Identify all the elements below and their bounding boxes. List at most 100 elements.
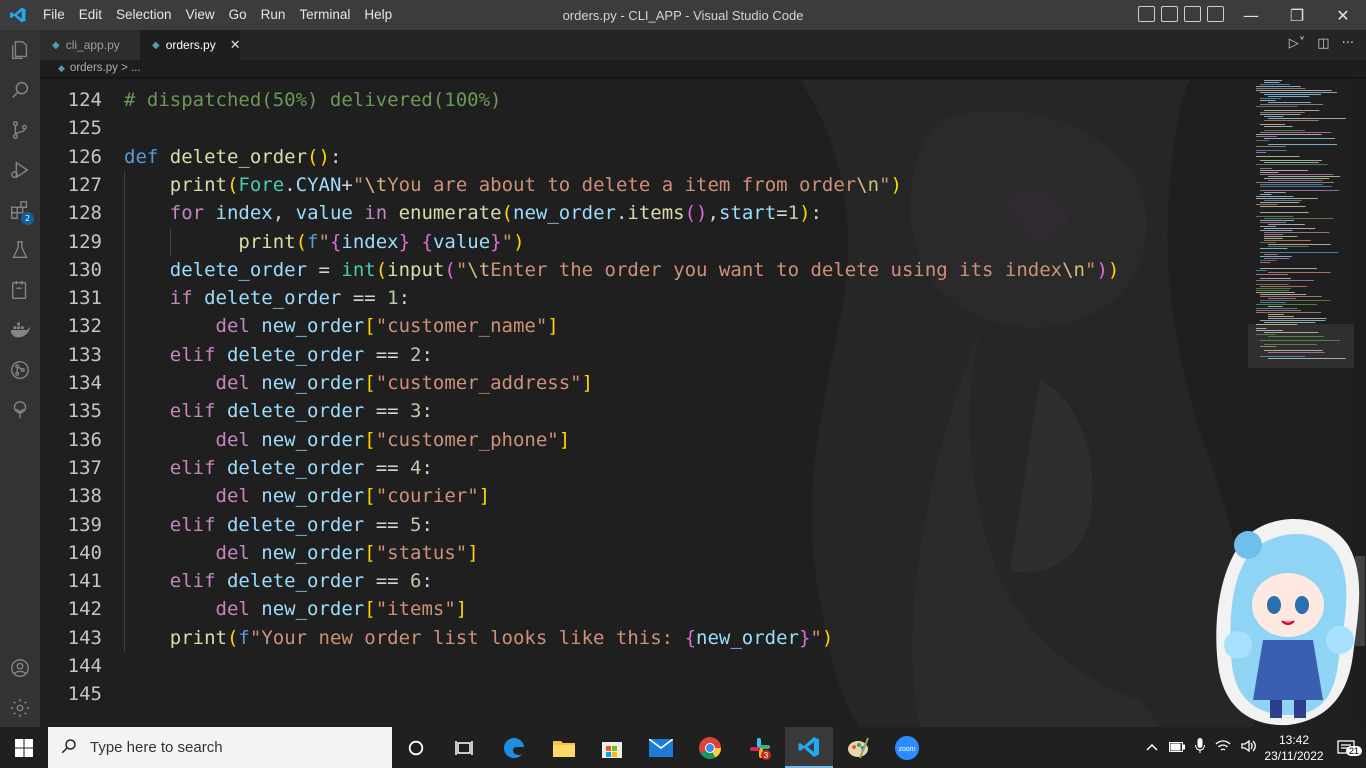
customize-layout-icon[interactable] [1207, 6, 1224, 22]
minimap-line [1256, 216, 1294, 217]
slack-icon[interactable]: 3 [736, 727, 784, 768]
zoom-icon[interactable]: zoom [883, 727, 931, 768]
account-icon[interactable] [0, 648, 40, 688]
tab-cli-app[interactable]: ◆ cli_app.py [40, 30, 140, 60]
close-window-icon[interactable]: ✕ [1320, 0, 1366, 30]
microphone-icon[interactable] [1190, 738, 1210, 757]
anime-sticker-image [1216, 518, 1360, 726]
run-file-icon[interactable]: ▷˅ [1289, 36, 1306, 51]
code-token: : [810, 202, 822, 225]
file-explorer-icon[interactable] [540, 727, 588, 768]
docker-icon[interactable] [0, 310, 40, 350]
wifi-icon[interactable] [1210, 739, 1236, 756]
minimap-line [1260, 174, 1334, 175]
toggle-panel-icon[interactable] [1161, 6, 1178, 22]
testing-icon[interactable] [0, 230, 40, 270]
minimap-line [1256, 204, 1278, 205]
menu-go[interactable]: Go [222, 0, 254, 30]
run-debug-icon[interactable] [0, 150, 40, 190]
cortana-icon[interactable] [392, 727, 440, 768]
minimap-line [1256, 310, 1301, 311]
code-editor[interactable]: 124 # dispatched(50%) delivered(100%) 125 1… [40, 80, 1354, 727]
code-token: del [215, 428, 262, 451]
code-token: { [421, 230, 433, 253]
code-token: [ [364, 428, 376, 451]
extensions-icon[interactable]: 2 [0, 190, 40, 230]
more-actions-icon[interactable]: ··· [1342, 36, 1354, 51]
minimap-line [1260, 206, 1306, 207]
code-token: + [341, 173, 353, 196]
code-text: elif delete_order == 6: [124, 567, 433, 595]
code-text: print(Fore.CYAN+"\tYou are about to dele… [124, 171, 902, 199]
vscode-taskbar-icon[interactable] [785, 727, 833, 768]
menu-edit[interactable]: Edit [72, 0, 109, 30]
menu-run[interactable]: Run [254, 0, 293, 30]
breadcrumb-file[interactable]: orders.py [70, 62, 118, 74]
edge-icon[interactable] [490, 727, 538, 768]
tree-icon[interactable] [0, 390, 40, 430]
code-token: . [615, 202, 628, 225]
minimap-line [1260, 84, 1290, 85]
code-token: == [364, 570, 411, 593]
minimap[interactable] [1248, 78, 1354, 368]
manage-gear-icon[interactable] [0, 688, 40, 728]
notifications-icon[interactable]: 21 [1326, 739, 1366, 756]
remote-explorer-icon[interactable] [0, 270, 40, 310]
windows-start-icon[interactable] [0, 727, 48, 768]
minimap-line [1260, 194, 1272, 195]
menu-terminal[interactable]: Terminal [292, 0, 357, 30]
menu-view[interactable]: View [179, 0, 222, 30]
code-token: input [387, 258, 445, 281]
minimize-icon[interactable]: — [1228, 0, 1274, 30]
code-line: 128 for index, value in enumerate(new_or… [40, 199, 1240, 227]
line-number: 145 [67, 683, 102, 706]
code-text: del new_order["status"] [124, 539, 479, 567]
toggle-sidebar-icon[interactable] [1138, 6, 1155, 22]
paint-icon[interactable] [834, 727, 882, 768]
restore-icon[interactable]: ❐ [1274, 0, 1320, 30]
source-control-icon[interactable] [0, 110, 40, 150]
toggle-secondary-sidebar-icon[interactable] [1184, 6, 1201, 22]
minimap-line [1264, 82, 1280, 83]
minimap-line [1256, 288, 1291, 289]
show-hidden-icons-icon[interactable] [1140, 741, 1164, 755]
explorer-icon[interactable] [0, 30, 40, 70]
minimap-line [1256, 196, 1294, 197]
menu-file[interactable]: File [36, 0, 72, 30]
code-token: del [215, 541, 262, 564]
task-view-icon[interactable] [440, 727, 488, 768]
minimap-line [1256, 324, 1298, 325]
taskbar-search-box[interactable]: Type here to search [48, 727, 392, 768]
gitlens-icon[interactable] [0, 350, 40, 390]
microsoft-store-icon[interactable] [588, 727, 636, 768]
mail-icon[interactable] [637, 727, 685, 768]
breadcrumb-rest[interactable]: > ... [121, 62, 141, 74]
battery-icon[interactable] [1164, 741, 1190, 755]
taskbar-clock[interactable]: 13:42 23/11/2022 [1262, 732, 1326, 764]
search-icon[interactable] [0, 70, 40, 110]
code-token: delete_order [169, 145, 308, 168]
tab-orders[interactable]: ◆ orders.py ✕ [140, 30, 241, 60]
code-token: del [215, 598, 262, 621]
code-token: , [272, 202, 296, 225]
chrome-icon[interactable] [686, 727, 734, 768]
close-tab-icon[interactable]: ✕ [230, 37, 241, 53]
code-token: } [490, 230, 502, 253]
minimap-line [1260, 242, 1277, 243]
minimap-line [1260, 356, 1306, 357]
minimap-line [1264, 116, 1284, 117]
minimap-line [1260, 170, 1308, 171]
line-number: 142 [67, 598, 102, 621]
minimap-line [1260, 320, 1326, 321]
menu-help[interactable]: Help [357, 0, 399, 30]
menu-selection[interactable]: Selection [109, 0, 179, 30]
code-token: = [307, 258, 342, 281]
split-editor-icon[interactable]: ◫ [1317, 36, 1329, 51]
code-text: def delete_order(): [124, 143, 341, 171]
volume-icon[interactable] [1236, 739, 1262, 756]
code-token: new_order [513, 202, 616, 225]
minimap-line [1260, 300, 1331, 301]
